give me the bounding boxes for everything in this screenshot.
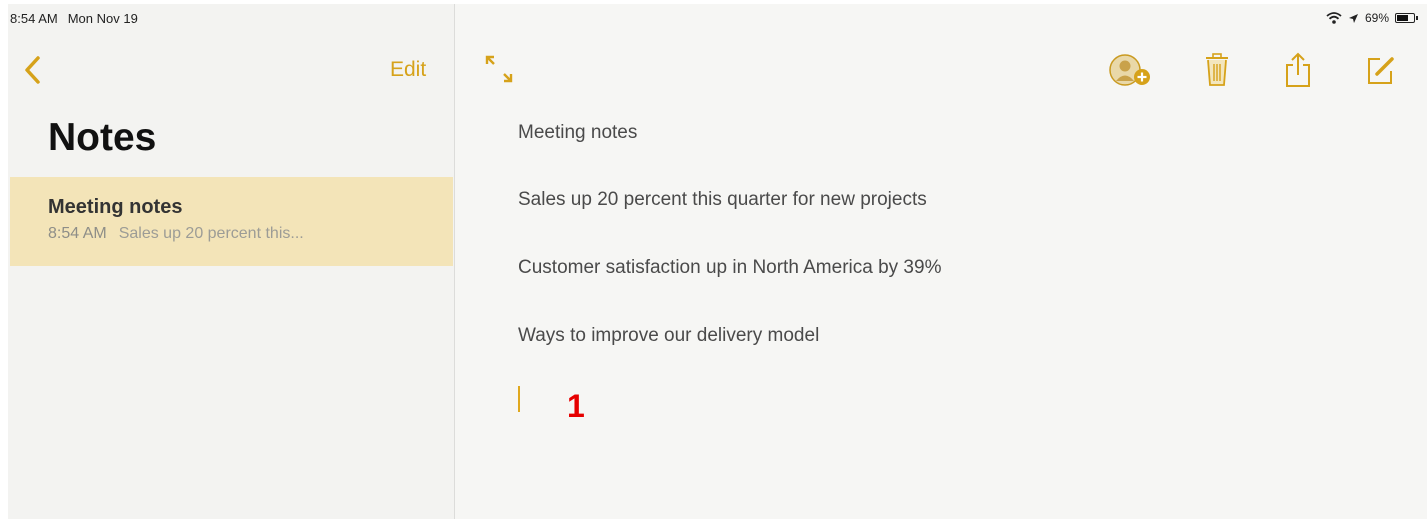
status-bar: 8:54 AM Mon Nov 19 69% (8, 4, 1427, 36)
compose-icon (1368, 57, 1394, 84)
battery-icon (1395, 13, 1418, 23)
note-line: Ways to improve our delivery model (518, 325, 820, 346)
expand-button[interactable] (482, 52, 516, 91)
trash-button[interactable] (1204, 52, 1230, 93)
compose-button[interactable] (1366, 54, 1396, 91)
text-cursor (518, 386, 520, 412)
trash-icon (1206, 53, 1228, 86)
notes-sidebar: Edit Notes Meeting notes 8:54 AM Sales up… (8, 4, 455, 519)
battery-level (1397, 15, 1408, 21)
battery-percent: 69% (1364, 11, 1389, 25)
wifi-icon (1326, 12, 1342, 24)
share-button[interactable] (1284, 51, 1312, 94)
add-people-icon (1109, 54, 1150, 86)
back-button[interactable] (18, 52, 48, 88)
expand-icon (485, 55, 513, 83)
list-item-meeting-notes[interactable]: Meeting notes 8:54 AM Sales up 20 percent… (10, 177, 453, 266)
note-line-title: Meeting notes (518, 122, 638, 143)
status-time: 8:54 AM (10, 11, 58, 26)
edit-button[interactable]: Edit (390, 58, 426, 82)
add-people-button[interactable] (1108, 53, 1154, 94)
status-date: Mon Nov 19 (67, 11, 138, 26)
note-item-time: 8:54 AM (48, 225, 107, 242)
note-line: Customer satisfaction up in North Americ… (518, 257, 942, 278)
page-title: Notes (48, 116, 157, 159)
chevron-left-icon (25, 56, 40, 84)
share-icon (1286, 52, 1310, 87)
annotation-marker: 1 (567, 388, 585, 424)
note-item-preview: Sales up 20 percent this... (118, 225, 304, 242)
note-item-subtitle: 8:54 AM Sales up 20 percent this... (48, 225, 304, 243)
ipad-screen: Edit Notes Meeting notes 8:54 AM Sales up… (8, 4, 1427, 519)
location-icon (1348, 13, 1358, 23)
note-line: Sales up 20 percent this quarter for new… (518, 189, 927, 210)
note-item-title: Meeting notes (48, 196, 183, 218)
